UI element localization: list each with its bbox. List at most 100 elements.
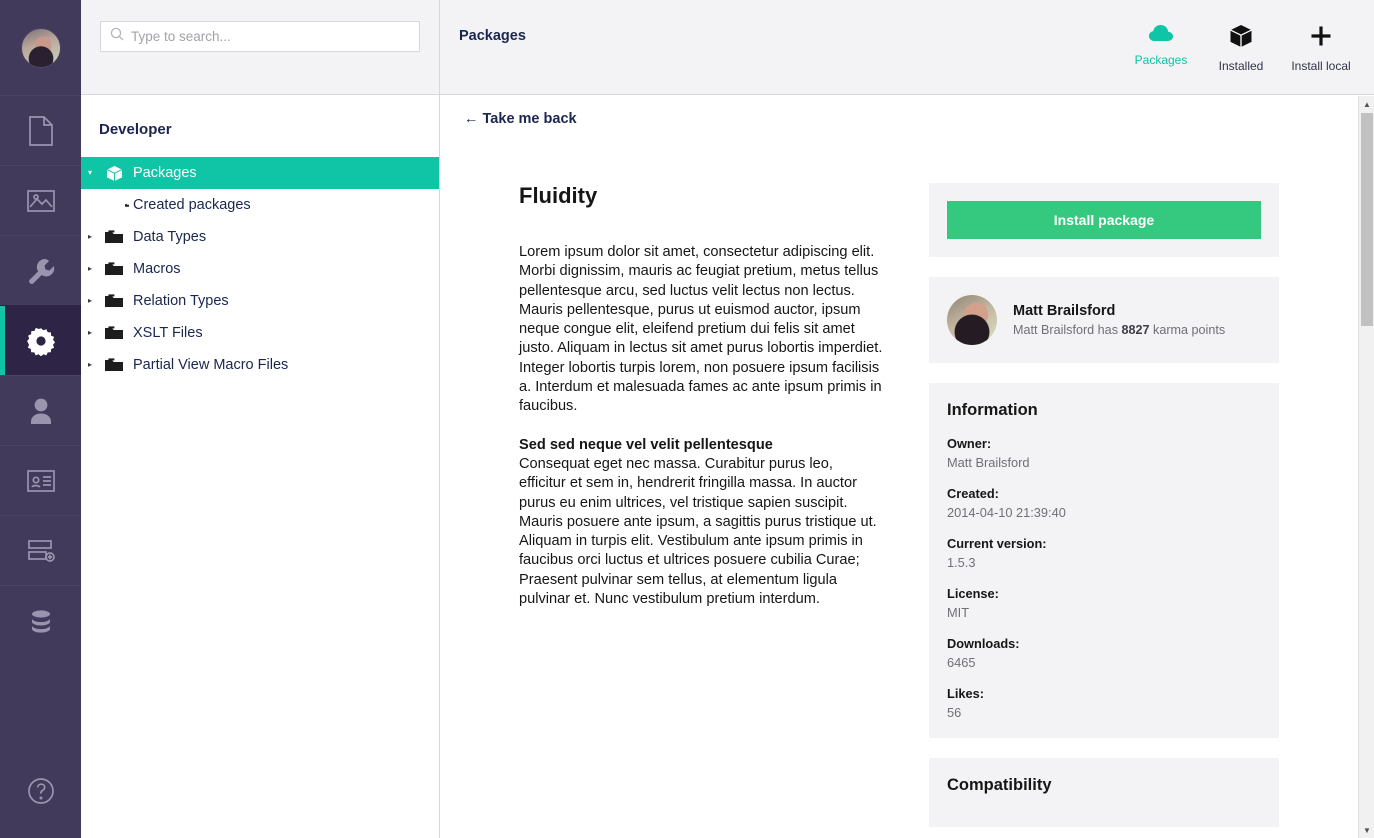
folder-icon bbox=[99, 325, 129, 341]
information-panel: Information Owner: Matt Brailsford Creat… bbox=[929, 383, 1279, 738]
header-action-install-local[interactable]: Install local bbox=[1284, 24, 1358, 73]
package-icon bbox=[99, 165, 129, 182]
avatar-container[interactable] bbox=[0, 0, 81, 95]
package-paragraph-1: Lorem ipsum dolor sit amet, consectetur … bbox=[519, 244, 883, 415]
folder-icon bbox=[99, 293, 129, 309]
id-card-icon bbox=[26, 468, 56, 494]
header-action-label: Installed bbox=[1218, 59, 1264, 73]
main-area: Packages Packages Installed Install loca… bbox=[440, 0, 1374, 838]
rail-item-content[interactable] bbox=[0, 95, 81, 165]
search-box[interactable] bbox=[100, 21, 420, 52]
plus-icon bbox=[1309, 24, 1333, 53]
wrench-icon bbox=[26, 256, 56, 286]
tree-item-label: XSLT Files bbox=[133, 325, 203, 341]
rail-item-developer[interactable] bbox=[0, 305, 81, 375]
rail-item-users[interactable] bbox=[0, 375, 81, 445]
tree-item-created-packages[interactable]: Created packages bbox=[81, 189, 439, 221]
tree-item-partial-view-macro-files[interactable]: ▸ Partial View Macro Files bbox=[81, 349, 439, 381]
info-value-owner: Matt Brailsford bbox=[947, 455, 1030, 470]
info-key-license: License: bbox=[947, 586, 999, 601]
chevron-right-icon[interactable]: ▸ bbox=[81, 329, 99, 337]
help-circle-icon bbox=[26, 776, 56, 811]
info-value-created: 2014-04-10 21:39:40 bbox=[947, 505, 1066, 520]
document-icon bbox=[28, 115, 54, 146]
info-key-current-version: Current version: bbox=[947, 536, 1047, 551]
chevron-right-icon[interactable]: ▸ bbox=[81, 233, 99, 241]
take-me-back-link[interactable]: ← Take me back bbox=[440, 95, 577, 127]
package-paragraph-2: Consequat eget nec massa. Curabitur puru… bbox=[519, 455, 877, 608]
forms-icon bbox=[26, 538, 56, 564]
author-karma: Matt Brailsford has 8827 karma points bbox=[1013, 323, 1225, 337]
chevron-right-icon[interactable]: ▸ bbox=[81, 265, 99, 273]
search-bar bbox=[81, 0, 439, 95]
karma-prefix: Matt Brailsford has bbox=[1013, 323, 1122, 337]
scroll-up-arrow[interactable]: ▲ bbox=[1359, 96, 1374, 112]
karma-points: 8827 bbox=[1121, 323, 1150, 337]
compatibility-panel: Compatibility bbox=[929, 758, 1279, 827]
breadcrumb: Packages bbox=[459, 28, 526, 44]
tree-list: ▾ Packages Created packages ▸ Data Types bbox=[81, 157, 439, 838]
chevron-down-icon[interactable]: ▾ bbox=[81, 169, 99, 177]
info-value-license: MIT bbox=[947, 605, 970, 620]
author-row: Matt Brailsford Matt Brailsford has 8827… bbox=[947, 295, 1261, 345]
rail-item-forms[interactable] bbox=[0, 515, 81, 585]
author-avatar bbox=[947, 295, 997, 345]
author-name: Matt Brailsford bbox=[1013, 303, 1116, 319]
info-value-likes: 56 bbox=[947, 705, 962, 720]
vertical-scrollbar[interactable]: ▲ ▼ bbox=[1358, 96, 1374, 838]
user-icon bbox=[28, 396, 54, 426]
compatibility-title: Compatibility bbox=[947, 776, 1052, 794]
image-icon bbox=[26, 188, 56, 214]
header-action-packages[interactable]: Packages bbox=[1124, 24, 1198, 73]
folder-icon bbox=[99, 198, 129, 213]
tree-item-relation-types[interactable]: ▸ Relation Types bbox=[81, 285, 439, 317]
gear-icon bbox=[26, 326, 56, 356]
chevron-right-icon[interactable]: ▸ bbox=[81, 297, 99, 305]
author-text: Matt Brailsford Matt Brailsford has 8827… bbox=[1013, 303, 1225, 337]
package-detail: Fluidity Lorem ipsum dolor sit amet, con… bbox=[440, 128, 1374, 838]
tree-section-title: Developer bbox=[99, 121, 172, 138]
search-icon bbox=[110, 27, 124, 46]
cloud-icon bbox=[1148, 24, 1174, 47]
scroll-down-arrow[interactable]: ▼ bbox=[1359, 822, 1374, 838]
scrollbar-thumb[interactable] bbox=[1361, 113, 1373, 326]
info-value-downloads: 6465 bbox=[947, 655, 976, 670]
install-package-button[interactable]: Install package bbox=[947, 201, 1261, 239]
user-avatar[interactable] bbox=[20, 27, 61, 68]
help-button[interactable] bbox=[0, 748, 81, 838]
tree-item-xslt-files[interactable]: ▸ XSLT Files bbox=[81, 317, 439, 349]
install-panel: Install package bbox=[929, 183, 1279, 257]
rail-item-settings[interactable] bbox=[0, 235, 81, 305]
rail-item-translation[interactable] bbox=[0, 585, 81, 655]
umbraco-backoffice: Developer ▾ Packages Created packages ▸ bbox=[0, 0, 1374, 838]
header-action-label: Packages bbox=[1134, 53, 1188, 67]
info-key-owner: Owner: bbox=[947, 436, 992, 451]
info-key-likes: Likes: bbox=[947, 686, 984, 701]
rail-item-media[interactable] bbox=[0, 165, 81, 235]
rail-item-members[interactable] bbox=[0, 445, 81, 515]
folder-icon bbox=[99, 357, 129, 373]
tree-item-label: Macros bbox=[133, 261, 181, 277]
info-key-created: Created: bbox=[947, 486, 999, 501]
header-action-installed[interactable]: Installed bbox=[1204, 24, 1278, 73]
chevron-right-icon[interactable]: ▸ bbox=[81, 361, 99, 369]
tree-item-label: Packages bbox=[133, 165, 197, 181]
database-icon bbox=[27, 607, 55, 635]
tree-item-label: Partial View Macro Files bbox=[133, 357, 289, 373]
tree-item-macros[interactable]: ▸ Macros bbox=[81, 253, 439, 285]
info-key-downloads: Downloads: bbox=[947, 636, 1020, 651]
box-icon bbox=[1229, 24, 1253, 53]
tree-item-label: Data Types bbox=[133, 229, 207, 245]
package-description-column: Fluidity Lorem ipsum dolor sit amet, con… bbox=[519, 183, 883, 838]
tree-item-label: Created packages bbox=[133, 197, 251, 213]
tree-item-data-types[interactable]: ▸ Data Types bbox=[81, 221, 439, 253]
header-actions: Packages Installed Install local bbox=[1124, 24, 1358, 73]
tree-item-packages[interactable]: ▾ Packages bbox=[81, 157, 439, 189]
main-header: Packages Packages Installed Install loca… bbox=[440, 0, 1374, 95]
rail-spacer bbox=[0, 655, 81, 748]
content-scroll-area: ← Take me back Fluidity Lorem ipsum dolo… bbox=[440, 95, 1374, 838]
header-action-label: Install local bbox=[1291, 59, 1351, 73]
search-input[interactable] bbox=[131, 29, 410, 44]
tree-column: Developer ▾ Packages Created packages ▸ bbox=[81, 0, 440, 838]
package-subheading: Sed sed neque vel velit pellentesque bbox=[519, 436, 773, 453]
